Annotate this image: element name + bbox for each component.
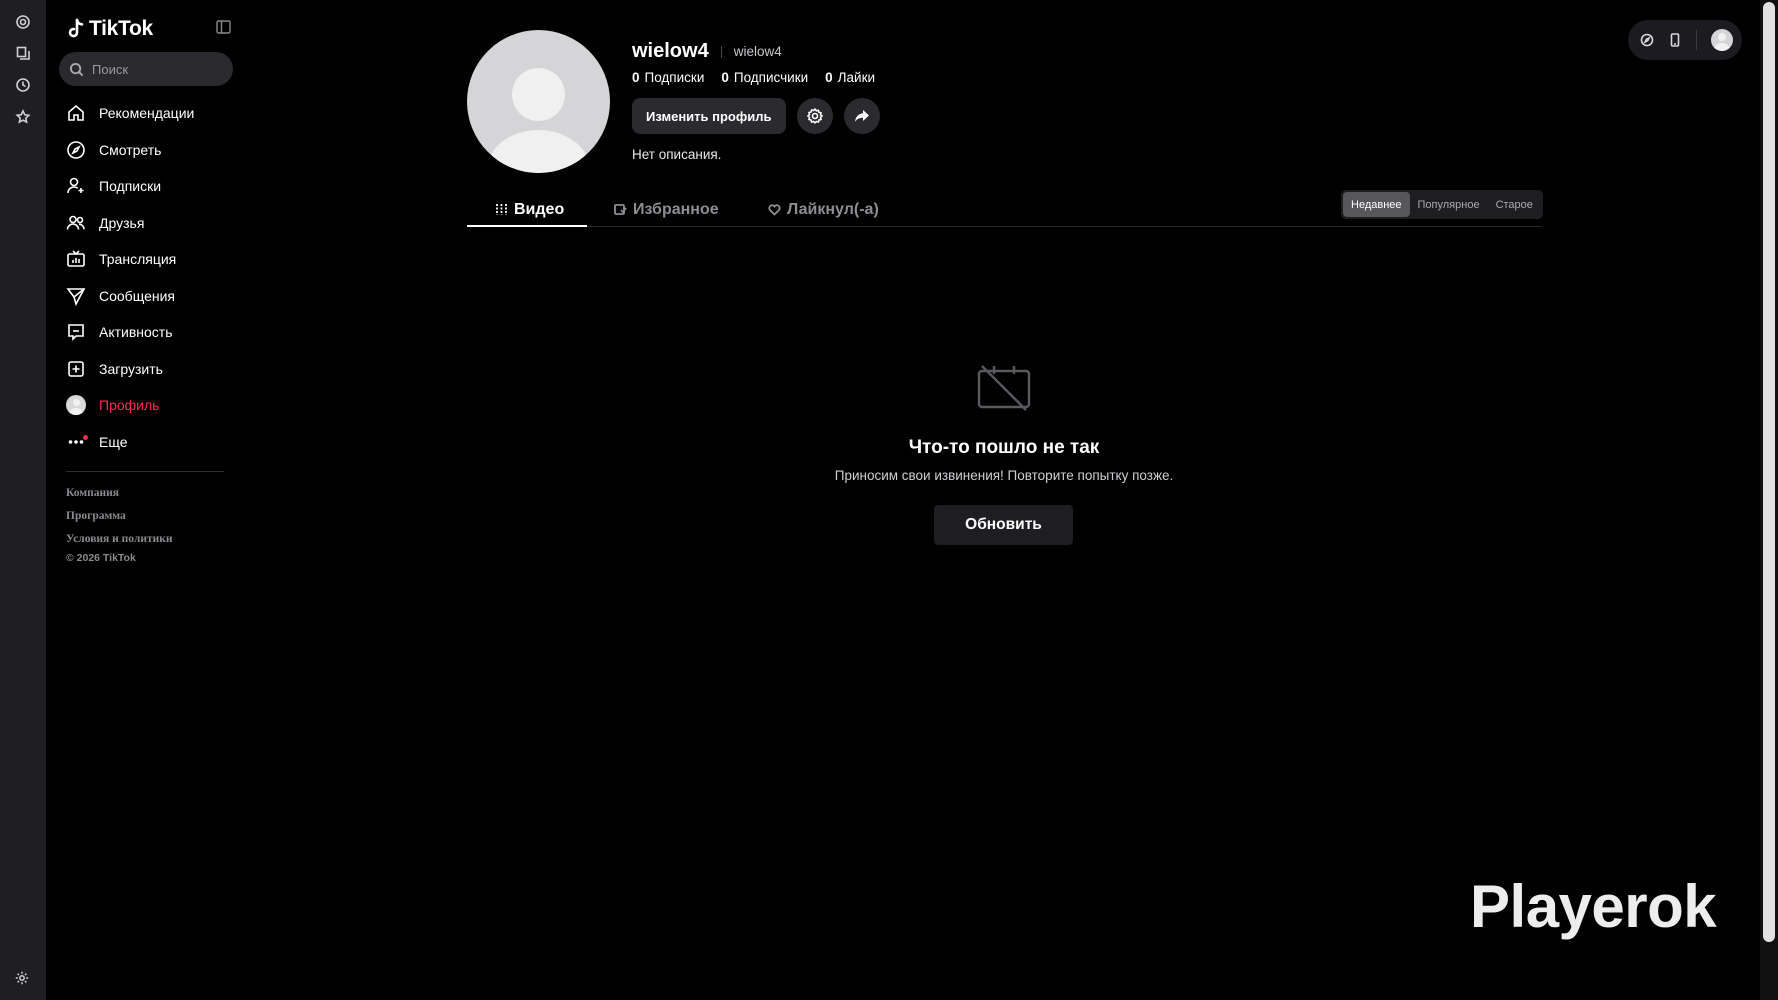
favorites-star-icon[interactable] [13, 107, 33, 127]
tab-liked[interactable]: Лайкнул(-а) [768, 192, 879, 227]
tiktok-note-icon [68, 18, 84, 38]
sidebar-item-label: Рекомендации [99, 105, 195, 122]
ai-assistant-icon[interactable] [13, 12, 33, 32]
history-icon[interactable] [13, 75, 33, 95]
profile-nickname: wielow4 [733, 44, 782, 59]
settings-button[interactable] [796, 98, 833, 134]
reading-list-icon[interactable] [13, 43, 33, 63]
active-tab-indicator [467, 225, 587, 227]
tab-favorites[interactable]: Избранное [614, 192, 719, 227]
sidebar-item-activity[interactable]: Активность [66, 314, 236, 351]
followers-label: Подписчики [733, 70, 809, 85]
profile-bio: Нет описания. [632, 147, 722, 162]
compass-icon [66, 140, 86, 160]
sidebar-item-friends[interactable]: Друзья [66, 205, 236, 242]
sidebar-item-profile[interactable]: Профиль [66, 387, 236, 424]
sidebar-item-label: Активность [99, 324, 173, 341]
search-icon [69, 62, 84, 76]
sidebar-item-label: Смотреть [99, 141, 162, 158]
home-icon [66, 103, 86, 123]
top-right-controls [1628, 20, 1742, 60]
tab-label: Видео [514, 200, 565, 218]
cluster-separator [1696, 30, 1697, 50]
page-scrollbar[interactable] [1760, 0, 1778, 1000]
sidebar-item-label: Профиль [99, 397, 160, 414]
sidebar-item-messages[interactable]: Сообщения [66, 278, 236, 315]
profile-stats: 0 Подписки 0 Подписчики 0 Лайки [632, 70, 875, 85]
search-box[interactable] [59, 52, 233, 86]
scrollbar-thumb[interactable] [1763, 2, 1775, 942]
browser-settings-gear-icon[interactable] [14, 970, 32, 988]
user-follow-icon [66, 176, 86, 196]
grid-icon [496, 204, 507, 215]
watermark: Playerok [1470, 873, 1717, 940]
sidebar: TikTok Рекомендации Смотреть Подписки Др… [46, 0, 246, 1000]
stat-following[interactable]: 0 Подписки [632, 70, 704, 85]
tab-label: Избранное [633, 200, 719, 218]
sidebar-item-label: Сообщения [99, 287, 175, 304]
collapse-sidebar-icon[interactable] [216, 20, 231, 34]
footer-link-program[interactable]: Программа [66, 509, 172, 532]
sort-toggle: Недавнее Популярное Старое [1341, 190, 1543, 219]
heart-lock-icon [768, 204, 781, 216]
profile-actions: Изменить профиль [632, 98, 880, 134]
error-subtitle: Приносим свои извинения! Повторите попыт… [834, 468, 1174, 483]
sidebar-footer: Компания Программа Условия и политики © … [66, 486, 172, 564]
tiktok-logo[interactable]: TikTok [66, 17, 153, 41]
edit-profile-button[interactable]: Изменить профиль [632, 98, 786, 134]
mobile-app-icon[interactable] [1668, 33, 1682, 47]
footer-link-company[interactable]: Компания [66, 486, 172, 509]
explore-compass-icon[interactable] [1640, 33, 1654, 47]
followers-count: 0 [721, 70, 729, 85]
likes-label: Лайки [837, 70, 876, 85]
no-video-icon [977, 365, 1031, 411]
sidebar-item-label: Трансляция [99, 251, 177, 268]
error-title: Что-то пошло не так [908, 437, 1100, 458]
copyright: © 2026 TikTok [66, 552, 136, 564]
activity-comment-icon [66, 322, 86, 342]
profile-avatar-icon [66, 395, 86, 416]
sidebar-item-label: Друзья [99, 214, 145, 231]
bookmark-icon [614, 204, 627, 215]
search-input[interactable] [92, 61, 212, 77]
sidebar-item-label: Подписки [99, 178, 162, 195]
share-arrow-icon [854, 110, 869, 122]
sidebar-item-live[interactable]: Трансляция [66, 241, 236, 278]
sidebar-item-label: Загрузить [99, 360, 163, 377]
sidebar-item-following[interactable]: Подписки [66, 168, 236, 205]
logo-text: TikTok [89, 17, 153, 40]
settings-gear-icon [806, 108, 823, 124]
sidebar-item-for-you[interactable]: Рекомендации [66, 95, 236, 132]
sidebar-item-upload[interactable]: Загрузить [66, 351, 236, 388]
sidebar-item-explore[interactable]: Смотреть [66, 132, 236, 169]
stat-likes: 0 Лайки [825, 70, 875, 85]
share-profile-button[interactable] [843, 98, 880, 134]
username-row: wielow4 wielow4 [632, 40, 782, 63]
stat-followers[interactable]: 0 Подписчики [721, 70, 808, 85]
likes-count: 0 [825, 70, 833, 85]
sort-oldest[interactable]: Старое [1488, 192, 1541, 217]
live-tv-icon [66, 249, 86, 269]
tab-label: Лайкнул(-а) [787, 200, 879, 218]
browser-side-rail [0, 0, 46, 1000]
sidebar-nav: Рекомендации Смотреть Подписки Друзья Тр… [66, 95, 236, 460]
following-label: Подписки [644, 70, 705, 85]
username-separator [720, 45, 722, 58]
sort-popular[interactable]: Популярное [1410, 192, 1488, 217]
header-avatar[interactable] [1711, 29, 1733, 51]
following-count: 0 [632, 70, 640, 85]
sort-recent[interactable]: Недавнее [1343, 192, 1410, 217]
profile-username: wielow4 [632, 40, 709, 62]
send-message-icon [66, 286, 86, 306]
friends-icon [66, 213, 86, 233]
tab-videos[interactable]: Видео [495, 192, 564, 227]
refresh-button[interactable]: Обновить [934, 505, 1073, 545]
profile-avatar[interactable] [467, 30, 610, 173]
upload-plus-icon [66, 359, 86, 379]
